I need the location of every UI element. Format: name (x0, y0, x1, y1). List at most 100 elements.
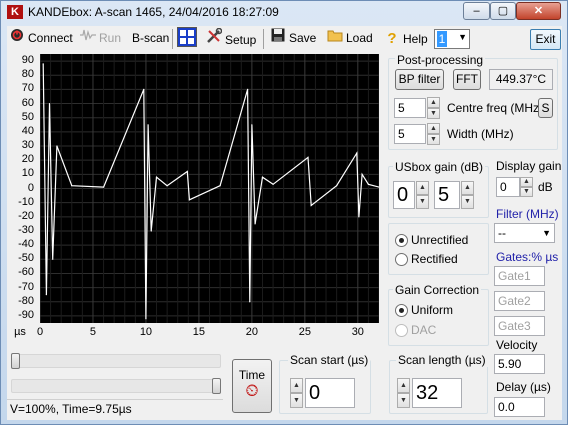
usbox-tens-up[interactable]: ▲ (416, 181, 429, 195)
velocity-input[interactable]: 5.90 (494, 354, 545, 374)
trace-point (166, 185, 168, 187)
filter-label: Filter (MHz) (496, 207, 559, 221)
usbox-gain-tens[interactable]: 0 (393, 181, 415, 209)
trace-point (358, 216, 360, 218)
centre-freq-input[interactable]: 5 (394, 98, 426, 118)
velocity-label: Velocity (496, 338, 538, 352)
scan-start-up[interactable]: ▲ (290, 378, 303, 393)
trace-point (52, 258, 54, 260)
gate3-input[interactable]: Gate3 (494, 316, 545, 336)
trace-point (249, 301, 251, 303)
ascan-plot[interactable] (40, 54, 379, 323)
y-tick-label: 20 (21, 153, 34, 166)
rectified-radio[interactable] (395, 253, 408, 266)
scan-length-up[interactable]: ▲ (397, 378, 410, 393)
scan-start-down[interactable]: ▼ (290, 393, 303, 408)
bottom-slider-thumb[interactable] (212, 378, 221, 394)
display-gain-up[interactable]: ▲ (520, 177, 533, 187)
time-label: Time (238, 368, 266, 382)
bscan-button[interactable]: B-scan (132, 28, 169, 49)
trace-point (336, 185, 338, 187)
scan-start-label: Scan start (µs) (288, 353, 371, 367)
trace-point (143, 88, 145, 90)
connect-label: Connect (28, 31, 73, 45)
load-button[interactable]: Load (327, 28, 373, 49)
top-slider-thumb[interactable] (11, 353, 20, 369)
client-area: Connect Run B-scan Setup Save Load ? Hel… (7, 26, 562, 420)
ascan-plot-area: 90 80 70 60 50 40 30 20 10 0 -10 -20 -30 -40 -50 -60 -70… (7, 52, 387, 346)
y-tick-label: -40 (18, 238, 34, 251)
trace-point (147, 124, 149, 126)
maximize-button[interactable]: ▢ (490, 2, 516, 20)
gate1-input[interactable]: Gate1 (494, 266, 545, 286)
gain-correction-label: Gain Correction (393, 283, 482, 297)
help-button[interactable]: ? Help (384, 28, 428, 49)
width-up[interactable]: ▲ (427, 123, 440, 134)
save-button[interactable]: Save (270, 28, 316, 49)
filter-value: -- (498, 226, 506, 240)
y-tick-label: 70 (21, 82, 34, 95)
scan-length-input[interactable]: 32 (412, 378, 462, 408)
unrectified-radio[interactable] (395, 234, 408, 247)
trace-point (254, 223, 256, 225)
usbox-tens-down[interactable]: ▼ (416, 195, 429, 209)
trace-point (150, 230, 152, 232)
bottom-slider-track[interactable] (11, 379, 221, 393)
fft-button[interactable]: FFT (453, 69, 481, 90)
chevron-down-icon: ▼ (542, 228, 551, 238)
trace-point (42, 63, 44, 65)
scan-length-down[interactable]: ▼ (397, 393, 410, 408)
usbox-units-down[interactable]: ▼ (461, 195, 474, 209)
toolbar-separator (172, 29, 173, 49)
y-tick-label: -90 (18, 308, 34, 321)
bp-filter-button[interactable]: BP filter (395, 69, 444, 90)
usbox-units-up[interactable]: ▲ (461, 181, 474, 195)
x-tick-label: 30 (351, 326, 364, 338)
y-tick-label: 80 (21, 68, 34, 81)
run-button[interactable]: Run (80, 28, 121, 49)
y-tick-label: -30 (18, 223, 34, 236)
trace-point (361, 173, 363, 175)
y-tick-label: 40 (21, 124, 34, 137)
trace-point (45, 294, 47, 296)
delay-input[interactable]: 0.0 (494, 397, 545, 417)
channel-select[interactable]: 1 ▼ (434, 29, 470, 49)
trace-point (219, 185, 221, 187)
gates-label: Gates:% µs (496, 250, 559, 264)
y-tick-label: 10 (21, 167, 34, 180)
connect-button[interactable]: Connect (9, 28, 73, 49)
centre-freq-label: Centre freq (MHz) (447, 101, 544, 115)
display-gain-unit: dB (538, 180, 553, 194)
y-tick-label: 30 (21, 139, 34, 152)
y-tick-label: -50 (18, 252, 34, 265)
gate2-input[interactable]: Gate2 (494, 291, 545, 311)
exit-button[interactable]: Exit (530, 29, 561, 50)
minimize-button[interactable]: – (463, 2, 490, 20)
trace-point (71, 185, 73, 187)
top-slider-track[interactable] (11, 354, 221, 368)
centre-freq-down[interactable]: ▼ (427, 108, 440, 119)
centre-freq-up[interactable]: ▲ (427, 97, 440, 108)
trace-point (102, 186, 105, 188)
filter-select[interactable]: -- ▼ (494, 223, 555, 243)
grid-view-button[interactable] (177, 27, 197, 49)
display-gain-down[interactable]: ▼ (520, 187, 533, 197)
uniform-radio[interactable] (395, 304, 408, 317)
y-tick-label: 50 (21, 110, 34, 123)
width-input[interactable]: 5 (394, 124, 426, 144)
trace-point (251, 124, 253, 126)
dac-radio[interactable] (395, 324, 408, 337)
usbox-gain-units[interactable]: 5 (434, 181, 460, 209)
bscan-label: B-scan (132, 31, 170, 45)
setup-button[interactable]: Setup (206, 27, 256, 49)
s-button[interactable]: S (538, 98, 553, 118)
display-gain-input[interactable]: 0 (496, 177, 520, 197)
time-button[interactable]: Time ⏲ (232, 359, 272, 413)
trace-point (186, 170, 188, 173)
close-window-button[interactable]: ✕ (516, 2, 561, 20)
help-label: Help (403, 32, 428, 46)
scan-start-input[interactable]: 0 (305, 378, 355, 408)
width-down[interactable]: ▼ (427, 134, 440, 145)
ascan-trace (42, 63, 379, 319)
x-tick-label: 15 (192, 326, 206, 338)
